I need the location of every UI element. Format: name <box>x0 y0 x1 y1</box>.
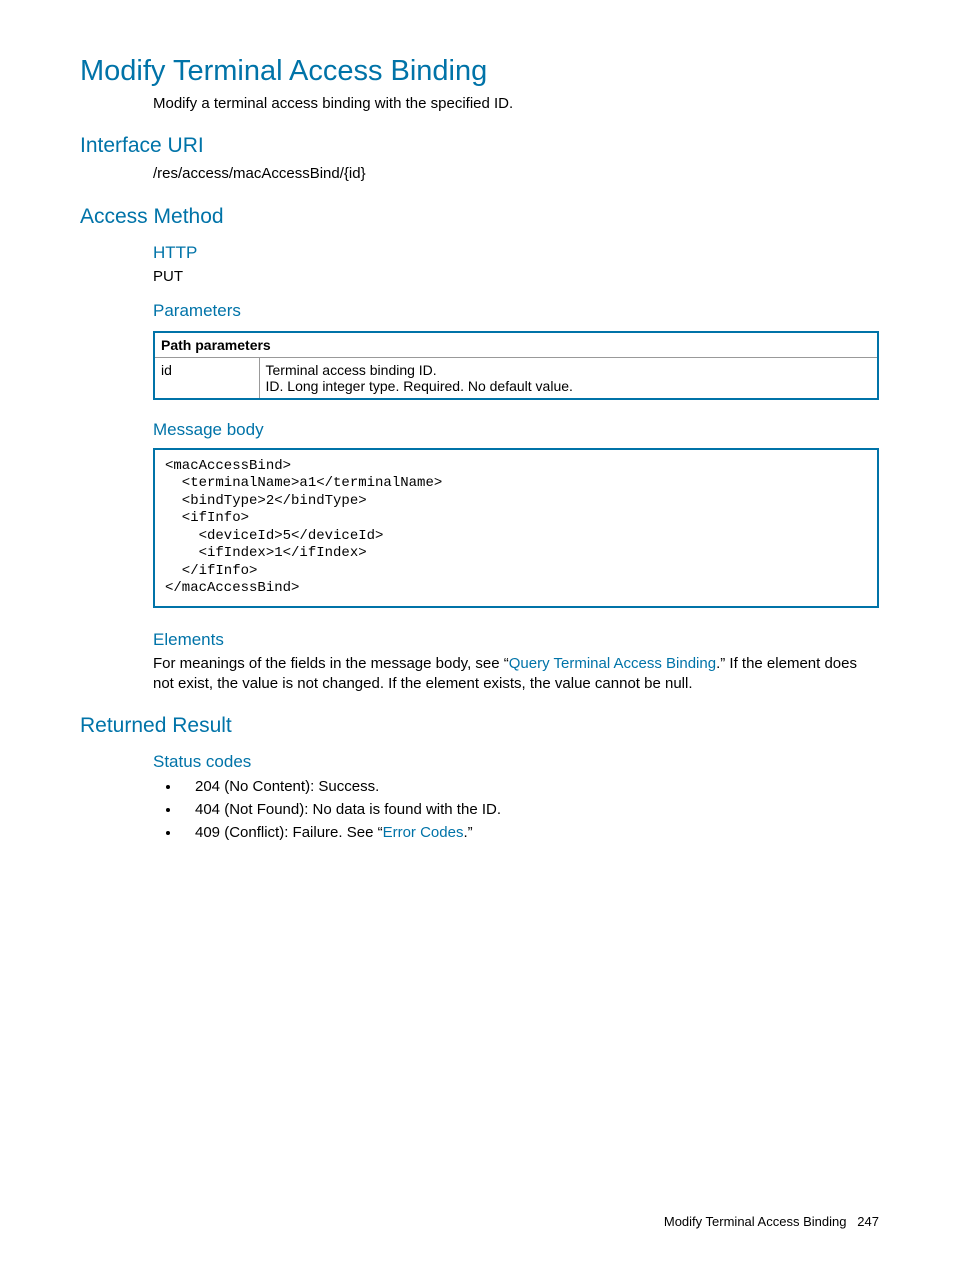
table-row: id Terminal access binding ID. ID. Long … <box>154 357 878 399</box>
interface-uri-value: /res/access/macAccessBind/{id} <box>153 164 879 184</box>
list-item: 204 (No Content): Success. <box>181 778 879 795</box>
footer-title: Modify Terminal Access Binding <box>664 1214 847 1229</box>
http-heading: HTTP <box>153 243 879 263</box>
elements-heading: Elements <box>153 630 879 650</box>
param-desc-line2: ID. Long integer type. Required. No defa… <box>266 378 872 394</box>
param-desc-line1: Terminal access binding ID. <box>266 362 872 378</box>
page-content: Modify Terminal Access Binding Modify a … <box>0 0 954 887</box>
param-desc: Terminal access binding ID. ID. Long int… <box>259 357 878 399</box>
access-method-heading: Access Method <box>80 205 879 229</box>
query-terminal-access-binding-link[interactable]: Query Terminal Access Binding <box>509 655 716 672</box>
interface-uri-heading: Interface URI <box>80 134 879 158</box>
http-value: PUT <box>153 267 879 287</box>
elements-text: For meanings of the fields in the messag… <box>153 654 879 695</box>
status-codes-list: 204 (No Content): Success. 404 (Not Foun… <box>153 778 879 841</box>
path-parameters-table: Path parameters id Terminal access bindi… <box>153 331 879 400</box>
list-item: 404 (Not Found): No data is found with t… <box>181 801 879 818</box>
error-codes-link[interactable]: Error Codes <box>383 824 464 841</box>
intro-text: Modify a terminal access binding with th… <box>153 94 879 114</box>
elements-prefix: For meanings of the fields in the messag… <box>153 655 509 672</box>
returned-result-heading: Returned Result <box>80 714 879 738</box>
page-footer: Modify Terminal Access Binding 247 <box>664 1214 879 1229</box>
message-body-code: <macAccessBind> <terminalName>a1</termin… <box>153 448 879 608</box>
footer-page-number: 247 <box>857 1214 879 1229</box>
param-name: id <box>154 357 259 399</box>
table-header: Path parameters <box>154 332 878 358</box>
status-suffix: .” <box>463 824 472 841</box>
status-prefix: 409 (Conflict): Failure. See “ <box>195 824 383 841</box>
page-title: Modify Terminal Access Binding <box>80 55 879 88</box>
status-codes-heading: Status codes <box>153 752 879 772</box>
list-item: 409 (Conflict): Failure. See “Error Code… <box>181 824 879 841</box>
parameters-heading: Parameters <box>153 301 879 321</box>
message-body-heading: Message body <box>153 420 879 440</box>
